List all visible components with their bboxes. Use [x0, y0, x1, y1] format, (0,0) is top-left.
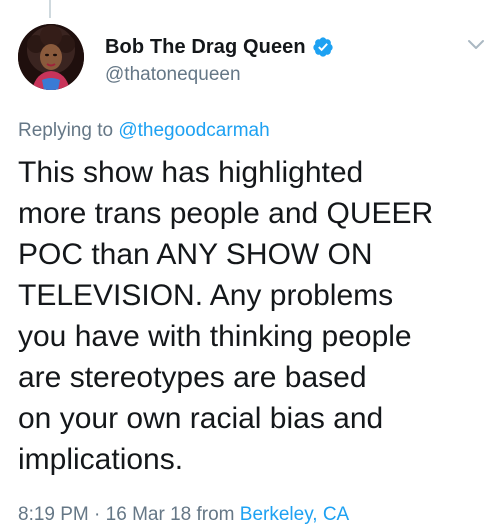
reply-mention-link[interactable]: @thegoodcarmah [118, 120, 269, 141]
author-handle[interactable]: @thatonequeen [105, 64, 445, 86]
from-label: from [196, 504, 235, 525]
meta-separator: · [94, 504, 101, 525]
replying-to-line: Replying to @thegoodcarmah [18, 120, 270, 142]
replying-to-label: Replying to [18, 120, 114, 141]
tweet-time[interactable]: 8:19 PM [18, 504, 89, 525]
chevron-down-icon[interactable] [466, 38, 486, 52]
verified-badge-icon [312, 36, 334, 58]
location-link[interactable]: Berkeley, CA [240, 504, 349, 525]
tweet-meta: 8:19 PM · 16 Mar 18 from Berkeley, CA [18, 504, 349, 526]
avatar[interactable] [18, 24, 84, 90]
thread-connector-line [49, 0, 51, 18]
author-name-row: Bob The Drag Queen [105, 34, 445, 60]
tweet-text: This show has highlighted more trans peo… [18, 156, 434, 476]
tweet-header: Bob The Drag Queen @thatonequeen [105, 34, 445, 86]
avatar-photo [18, 24, 84, 90]
author-display-name[interactable]: Bob The Drag Queen [105, 36, 306, 59]
tweet-date[interactable]: 16 Mar 18 [106, 504, 192, 525]
